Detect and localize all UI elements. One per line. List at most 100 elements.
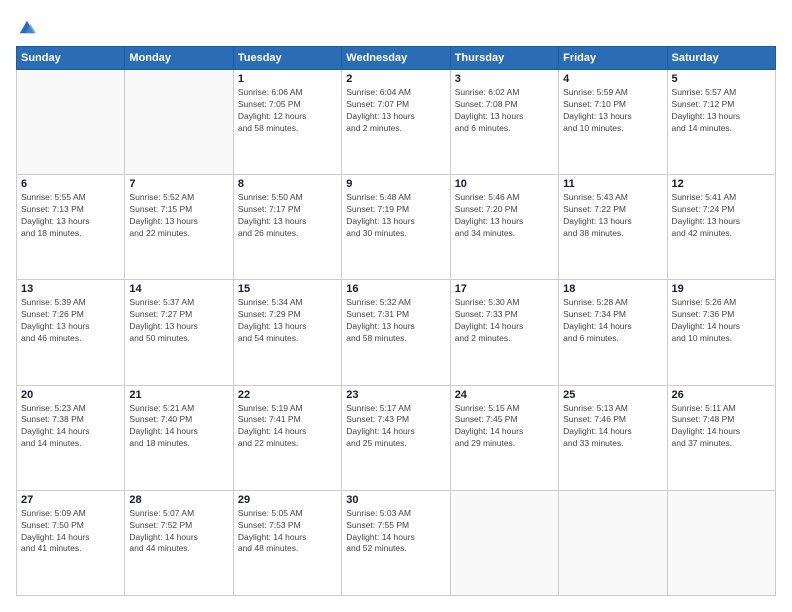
day-info: Sunrise: 5:32 AM Sunset: 7:31 PM Dayligh… [346, 297, 445, 345]
calendar-day-cell [17, 70, 125, 175]
calendar-day-cell: 16 Sunrise: 5:32 AM Sunset: 7:31 PM Dayli… [342, 280, 450, 385]
day-info: Sunrise: 5:15 AM Sunset: 7:45 PM Dayligh… [455, 403, 554, 451]
day-info: Sunrise: 5:48 AM Sunset: 7:19 PM Dayligh… [346, 192, 445, 240]
day-number: 13 [21, 283, 120, 295]
calendar-day-cell: 18 Sunrise: 5:28 AM Sunset: 7:34 PM Dayli… [559, 280, 667, 385]
calendar-day-cell: 9 Sunrise: 5:48 AM Sunset: 7:19 PM Daylig… [342, 175, 450, 280]
day-number: 26 [672, 389, 771, 401]
day-number: 9 [346, 178, 445, 190]
day-info: Sunrise: 5:05 AM Sunset: 7:53 PM Dayligh… [238, 508, 337, 556]
calendar-week-row: 13 Sunrise: 5:39 AM Sunset: 7:26 PM Dayli… [17, 280, 776, 385]
day-info: Sunrise: 5:11 AM Sunset: 7:48 PM Dayligh… [672, 403, 771, 451]
day-info: Sunrise: 5:30 AM Sunset: 7:33 PM Dayligh… [455, 297, 554, 345]
logo-text [16, 16, 36, 36]
day-number: 24 [455, 389, 554, 401]
day-info: Sunrise: 5:07 AM Sunset: 7:52 PM Dayligh… [129, 508, 228, 556]
calendar-day-header: Thursday [450, 47, 558, 70]
day-info: Sunrise: 5:37 AM Sunset: 7:27 PM Dayligh… [129, 297, 228, 345]
calendar-day-cell [125, 70, 233, 175]
day-number: 20 [21, 389, 120, 401]
day-number: 14 [129, 283, 228, 295]
calendar-day-cell: 12 Sunrise: 5:41 AM Sunset: 7:24 PM Dayli… [667, 175, 775, 280]
day-number: 8 [238, 178, 337, 190]
page: SundayMondayTuesdayWednesdayThursdayFrid… [0, 0, 792, 612]
day-info: Sunrise: 5:55 AM Sunset: 7:13 PM Dayligh… [21, 192, 120, 240]
day-info: Sunrise: 5:21 AM Sunset: 7:40 PM Dayligh… [129, 403, 228, 451]
day-number: 3 [455, 73, 554, 85]
calendar-day-cell [667, 490, 775, 595]
day-info: Sunrise: 5:52 AM Sunset: 7:15 PM Dayligh… [129, 192, 228, 240]
day-number: 16 [346, 283, 445, 295]
calendar-day-cell: 23 Sunrise: 5:17 AM Sunset: 7:43 PM Dayli… [342, 385, 450, 490]
calendar-week-row: 27 Sunrise: 5:09 AM Sunset: 7:50 PM Dayli… [17, 490, 776, 595]
day-info: Sunrise: 5:09 AM Sunset: 7:50 PM Dayligh… [21, 508, 120, 556]
calendar-day-header: Saturday [667, 47, 775, 70]
day-info: Sunrise: 5:46 AM Sunset: 7:20 PM Dayligh… [455, 192, 554, 240]
logo-icon [18, 18, 36, 36]
calendar-day-cell: 5 Sunrise: 5:57 AM Sunset: 7:12 PM Daylig… [667, 70, 775, 175]
day-number: 5 [672, 73, 771, 85]
calendar-day-header: Monday [125, 47, 233, 70]
calendar-day-cell: 25Sunrise: 5:13 AM Sunset: 7:46 PM Dayli… [559, 385, 667, 490]
day-info: Sunrise: 5:41 AM Sunset: 7:24 PM Dayligh… [672, 192, 771, 240]
day-number: 29 [238, 494, 337, 506]
calendar-day-cell: 20 Sunrise: 5:23 AM Sunset: 7:38 PM Dayli… [17, 385, 125, 490]
day-info: Sunrise: 5:03 AM Sunset: 7:55 PM Dayligh… [346, 508, 445, 556]
calendar-day-cell: 13 Sunrise: 5:39 AM Sunset: 7:26 PM Dayli… [17, 280, 125, 385]
day-info: Sunrise: 5:19 AM Sunset: 7:41 PM Dayligh… [238, 403, 337, 451]
calendar-day-cell: 27 Sunrise: 5:09 AM Sunset: 7:50 PM Dayli… [17, 490, 125, 595]
day-number: 10 [455, 178, 554, 190]
day-number: 22 [238, 389, 337, 401]
day-number: 23 [346, 389, 445, 401]
calendar-week-row: 6 Sunrise: 5:55 AM Sunset: 7:13 PM Daylig… [17, 175, 776, 280]
day-info: Sunrise: 5:28 AM Sunset: 7:34 PM Dayligh… [563, 297, 662, 345]
day-number: 28 [129, 494, 228, 506]
day-number: 15 [238, 283, 337, 295]
calendar-day-cell: 19Sunrise: 5:26 AM Sunset: 7:36 PM Dayli… [667, 280, 775, 385]
calendar-day-cell: 11 Sunrise: 5:43 AM Sunset: 7:22 PM Dayli… [559, 175, 667, 280]
day-info: Sunrise: 5:43 AM Sunset: 7:22 PM Dayligh… [563, 192, 662, 240]
day-number: 27 [21, 494, 120, 506]
logo [16, 16, 36, 36]
day-info: Sunrise: 5:57 AM Sunset: 7:12 PM Dayligh… [672, 87, 771, 135]
calendar-day-cell: 6 Sunrise: 5:55 AM Sunset: 7:13 PM Daylig… [17, 175, 125, 280]
day-number: 18 [563, 283, 662, 295]
header [16, 16, 776, 36]
calendar-day-cell: 21 Sunrise: 5:21 AM Sunset: 7:40 PM Dayli… [125, 385, 233, 490]
calendar-day-header: Friday [559, 47, 667, 70]
calendar-day-header: Wednesday [342, 47, 450, 70]
day-number: 19 [672, 283, 771, 295]
calendar-day-cell [559, 490, 667, 595]
calendar-day-header: Sunday [17, 47, 125, 70]
day-number: 12 [672, 178, 771, 190]
calendar-week-row: 1 Sunrise: 6:06 AM Sunset: 7:05 PM Daylig… [17, 70, 776, 175]
day-number: 11 [563, 178, 662, 190]
day-info: Sunrise: 5:17 AM Sunset: 7:43 PM Dayligh… [346, 403, 445, 451]
day-info: Sunrise: 6:04 AM Sunset: 7:07 PM Dayligh… [346, 87, 445, 135]
calendar-table: SundayMondayTuesdayWednesdayThursdayFrid… [16, 46, 776, 596]
calendar-week-row: 20 Sunrise: 5:23 AM Sunset: 7:38 PM Dayli… [17, 385, 776, 490]
calendar-day-cell: 14 Sunrise: 5:37 AM Sunset: 7:27 PM Dayli… [125, 280, 233, 385]
calendar-header-row: SundayMondayTuesdayWednesdayThursdayFrid… [17, 47, 776, 70]
calendar-day-cell: 1 Sunrise: 6:06 AM Sunset: 7:05 PM Daylig… [233, 70, 341, 175]
calendar-day-cell: 10 Sunrise: 5:46 AM Sunset: 7:20 PM Dayli… [450, 175, 558, 280]
calendar-day-cell: 2Sunrise: 6:04 AM Sunset: 7:07 PM Daylig… [342, 70, 450, 175]
calendar-day-cell: 26 Sunrise: 5:11 AM Sunset: 7:48 PM Dayli… [667, 385, 775, 490]
calendar-day-header: Tuesday [233, 47, 341, 70]
calendar-day-cell: 3 Sunrise: 6:02 AM Sunset: 7:08 PM Daylig… [450, 70, 558, 175]
day-number: 1 [238, 73, 337, 85]
day-number: 17 [455, 283, 554, 295]
calendar-day-cell: 28 Sunrise: 5:07 AM Sunset: 7:52 PM Dayli… [125, 490, 233, 595]
day-info: Sunrise: 6:02 AM Sunset: 7:08 PM Dayligh… [455, 87, 554, 135]
day-info: Sunrise: 5:23 AM Sunset: 7:38 PM Dayligh… [21, 403, 120, 451]
day-number: 6 [21, 178, 120, 190]
day-info: Sunrise: 6:06 AM Sunset: 7:05 PM Dayligh… [238, 87, 337, 135]
calendar-day-cell [450, 490, 558, 595]
calendar-day-cell: 4Sunrise: 5:59 AM Sunset: 7:10 PM Daylig… [559, 70, 667, 175]
calendar-day-cell: 24 Sunrise: 5:15 AM Sunset: 7:45 PM Dayli… [450, 385, 558, 490]
day-number: 30 [346, 494, 445, 506]
day-info: Sunrise: 5:50 AM Sunset: 7:17 PM Dayligh… [238, 192, 337, 240]
day-info: Sunrise: 5:39 AM Sunset: 7:26 PM Dayligh… [21, 297, 120, 345]
calendar-day-cell: 7Sunrise: 5:52 AM Sunset: 7:15 PM Daylig… [125, 175, 233, 280]
day-number: 21 [129, 389, 228, 401]
